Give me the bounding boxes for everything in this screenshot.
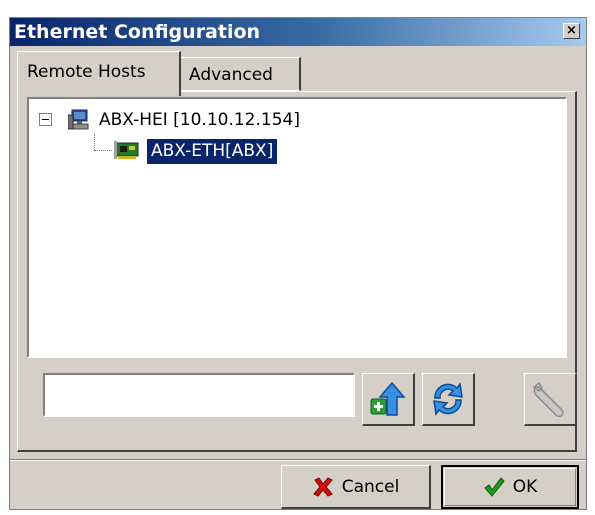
close-icon: × [566,23,577,38]
close-button[interactable]: × [563,23,580,39]
cancel-button-label: Cancel [341,476,400,497]
tree-connector-horizontal [94,150,112,151]
tree-node-host-label: ABX-HEI [10.10.12.154] [99,110,300,130]
tab-advanced-label: Advanced [189,65,273,85]
collapse-toggle[interactable] [39,113,52,126]
computer-icon [68,109,89,130]
refresh-button[interactable] [422,373,475,426]
tab-remote-hosts[interactable]: Remote Hosts [17,51,181,96]
tab-advanced[interactable]: Advanced [180,57,301,91]
title-bar[interactable]: Ethernet Configuration × [10,18,586,46]
cancel-x-icon [312,476,333,497]
window-title: Ethernet Configuration [14,21,261,43]
tree-connector-vertical [94,133,95,150]
checkmark-icon [484,477,505,497]
wrench-icon [532,382,564,418]
tab-remote-hosts-label: Remote Hosts [27,62,146,82]
cancel-button[interactable]: Cancel [281,465,431,509]
add-upload-icon [370,381,406,416]
refresh-icon [433,382,463,416]
ok-button[interactable]: OK [441,465,579,509]
add-host-button[interactable] [362,373,415,426]
ethernet-configuration-dialog: Ethernet Configuration × Remote Hosts Ad… [9,17,587,510]
host-settings-button[interactable] [524,373,577,426]
host-address-input[interactable] [43,373,355,417]
remote-hosts-tree[interactable]: ABX-HEI [10.10.12.154] ABX-ETH[ABX] [27,97,567,358]
dialog-separator [10,459,586,461]
ok-button-label: OK [512,477,538,497]
tree-node-adapter[interactable]: ABX-ETH[ABX] [147,139,278,164]
network-card-icon [114,141,139,159]
